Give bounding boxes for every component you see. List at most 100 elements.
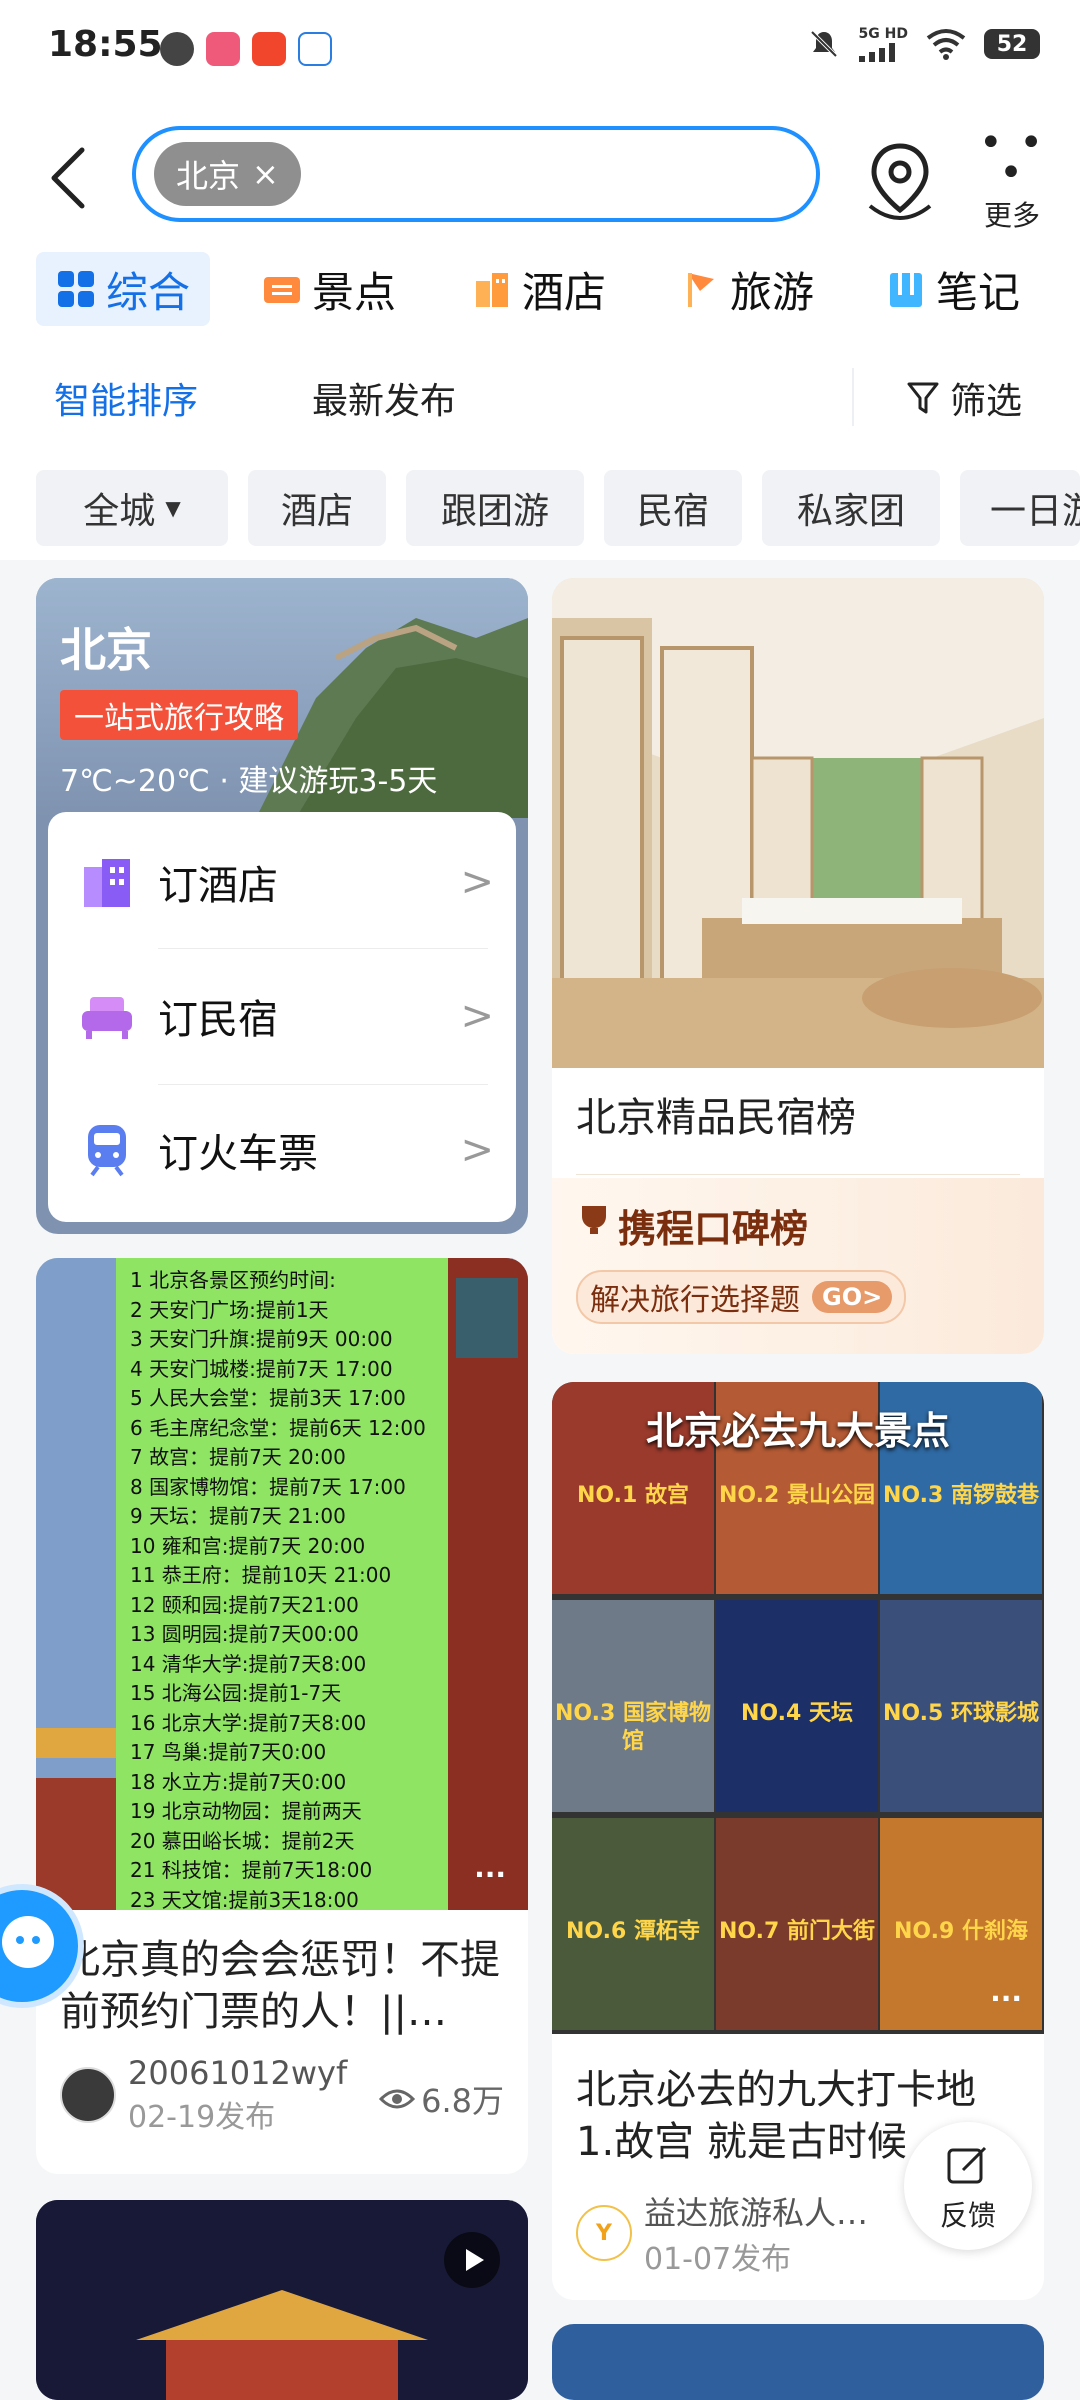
filter-chip-day-tour[interactable]: 一日游 [960, 470, 1080, 546]
wechat-icon [160, 32, 194, 66]
network-type: 5G HD [858, 26, 908, 42]
more-options-icon[interactable]: ··· [474, 1858, 506, 1891]
sort-latest[interactable]: 最新发布 [312, 372, 456, 424]
hotel-icon [476, 273, 508, 307]
cloud-app-icon [298, 32, 332, 66]
homestay-ranking-card[interactable]: 北京精品民宿榜 携程口碑榜 解决旅行选择题 GO> [552, 578, 1044, 1354]
sort-divider [852, 368, 854, 426]
chevron-left-icon [51, 147, 85, 209]
tab-attractions-label: 景点 [312, 267, 397, 317]
note-title: 北京真的会会惩罚！不提前预约门票的人！||… [60, 1937, 500, 2035]
booking-rule-line: 13 圆明园:提前7天00:00 [130, 1622, 359, 1646]
spot-label: NO.3 国家博物馆 [555, 1701, 711, 1754]
play-button[interactable] [444, 2232, 500, 2288]
chevron-right-icon: > [460, 859, 494, 905]
more-options-icon[interactable]: ··· [990, 1982, 1022, 2015]
book-homestay-label: 订民宿 [158, 997, 278, 1043]
publish-date: 01-07发布 [644, 2242, 792, 2277]
avatar[interactable] [60, 2067, 116, 2123]
tab-hotels[interactable]: 酒店 [472, 252, 606, 326]
tab-notes[interactable]: 笔记 [886, 252, 1020, 326]
ticket-icon [264, 277, 300, 303]
filter-chip-homestay[interactable]: 民宿 [604, 470, 742, 546]
note-card-booking-rules[interactable]: 1 北京各景区预约时间: 2 天安门广场:提前1天 3 天安门升旗:提前9天 00:… [36, 1258, 528, 2174]
author-name[interactable]: 益达旅游私人… [644, 2188, 868, 2234]
beijing-guide-card[interactable]: 北京 一站式旅行攻略 7℃~20℃ · 建议游玩3-5天 订酒店 > 订民宿 >… [36, 578, 528, 1234]
signal-group: 5G HD [858, 26, 908, 62]
note-card-partial[interactable] [552, 2324, 1044, 2400]
search-input[interactable]: 北京 × [132, 126, 820, 222]
feedback-button[interactable]: 反馈 [904, 2122, 1032, 2250]
spot-tile: NO.4 天坛 [716, 1600, 878, 1812]
booking-rule-line: 5 人民大会堂：提前3天 17:00 [130, 1386, 406, 1410]
spot-tile: NO.7 前门大街 [716, 1818, 878, 2030]
spot-label: NO.4 天坛 [741, 1701, 853, 1726]
tab-travel-label: 旅游 [730, 267, 815, 317]
booking-rule-line: 16 北京大学:提前7天8:00 [130, 1710, 367, 1735]
booking-rule-line: 19 北京动物园：提前两天 [130, 1799, 362, 1823]
status-right-group: 5G HD 52 [807, 26, 1040, 62]
sort-smart[interactable]: 智能排序 [54, 372, 198, 424]
note-author-row: Y 益达旅游私人… 01-07发布 [576, 2188, 868, 2278]
booking-rule-line: 1 北京各景区预约时间: [130, 1268, 336, 1292]
location-button[interactable] [862, 140, 938, 224]
booking-rule-line: 8 国家博物馆：提前7天 17:00 [130, 1474, 406, 1499]
trophy-icon [582, 1206, 606, 1234]
nine-spots-grid: NO.1 故宫 NO.2 景山公园 NO.3 南锣鼓巷 NO.3 国家博物馆 NO.4 … [552, 1382, 1044, 2032]
guide-weather: 7℃~20℃ · 建议游玩3-5天 [60, 764, 438, 799]
booking-rule-line: 18 水立方:提前7天0:00 [130, 1769, 347, 1794]
filter-chip-group-tour[interactable]: 跟团游 [406, 470, 584, 546]
more-dots-icon: • • • [979, 120, 1045, 196]
back-button[interactable] [40, 140, 100, 216]
booking-rule-line: 11 恭王府：提前10天 21:00 [130, 1563, 392, 1587]
ranking-slogan: 解决旅行选择题 [590, 1283, 800, 1318]
view-count-value: 6.8万 [421, 2082, 504, 2120]
book-homestay-item[interactable]: 订民宿 > [48, 950, 516, 1082]
ranking-slogan-pill[interactable]: 解决旅行选择题 GO> [576, 1270, 907, 1324]
app-notification-icon [206, 32, 240, 66]
tab-all[interactable]: 综合 [36, 252, 211, 326]
booking-rules-list: 1 北京各景区预约时间: 2 天安门广场:提前1天 3 天安门升旗:提前9天 00:… [116, 1258, 448, 1910]
more-label: 更多 [983, 199, 1040, 232]
filter-chip-city-label: 全城 [83, 491, 156, 532]
spot-label: NO.2 景山公园 [719, 1483, 875, 1508]
author-name[interactable]: 20061012wyf [128, 2054, 347, 2092]
spot-label: NO.7 前门大街 [719, 1919, 875, 1944]
filter-button[interactable]: 筛选 [906, 372, 1022, 424]
filter-chip-private-tour[interactable]: 私家团 [762, 470, 940, 546]
search-keyword-chip[interactable]: 北京 × [154, 142, 301, 206]
booking-rule-line: 6 毛主席纪念堂：提前6天 12:00 [130, 1415, 426, 1440]
ranking-banner: 携程口碑榜 解决旅行选择题 GO> [552, 1178, 1044, 1354]
train-icon [88, 1125, 126, 1177]
tab-notes-label: 笔记 [936, 267, 1021, 317]
spot-tile: NO.5 环球影城 [880, 1600, 1042, 1812]
note-card-tiananmen-video[interactable] [36, 2200, 528, 2400]
filter-chip-hotel[interactable]: 酒店 [248, 470, 386, 546]
guide-divider [158, 948, 488, 949]
view-count: 6.8万 [379, 2076, 504, 2122]
clear-keyword-icon[interactable]: × [252, 155, 279, 193]
spot-tile: NO.3 国家博物馆 [552, 1600, 714, 1812]
book-hotel-label: 订酒店 [158, 863, 278, 909]
caret-down-icon: ▼ [165, 496, 181, 520]
book-train-label: 订火车票 [158, 1131, 318, 1177]
go-badge: GO> [812, 1281, 893, 1313]
booking-rule-line: 3 天安门升旗:提前9天 00:00 [130, 1327, 393, 1351]
booking-rule-line: 7 故宫：提前7天 20:00 [130, 1445, 346, 1469]
publish-date: 02-19发布 [128, 2100, 276, 2135]
note-image-rules: 1 北京各景区预约时间: 2 天安门广场:提前1天 3 天安门升旗:提前9天 00:… [36, 1258, 528, 1910]
booking-rule-line: 10 雍和宫:提前7天 20:00 [130, 1533, 366, 1558]
robot-face-icon [2, 1916, 54, 1968]
map-pin-icon [868, 143, 932, 220]
more-button[interactable]: • • • 更多 [972, 120, 1052, 232]
spot-label: NO.5 环球影城 [883, 1701, 1039, 1726]
book-train-item[interactable]: 订火车票 > [48, 1084, 516, 1216]
tab-attractions[interactable]: 景点 [262, 252, 396, 326]
filter-chip-city[interactable]: 全城 ▼ [36, 470, 228, 546]
avatar[interactable]: Y [576, 2205, 632, 2261]
mute-bell-icon [810, 30, 837, 58]
book-hotel-item[interactable]: 订酒店 > [48, 816, 516, 948]
booking-rule-line: 4 天安门城楼:提前7天 17:00 [130, 1356, 393, 1381]
tab-travel[interactable]: 旅游 [680, 252, 814, 326]
booking-rule-line: 21 科技馆：提前7天18:00 [130, 1858, 373, 1882]
